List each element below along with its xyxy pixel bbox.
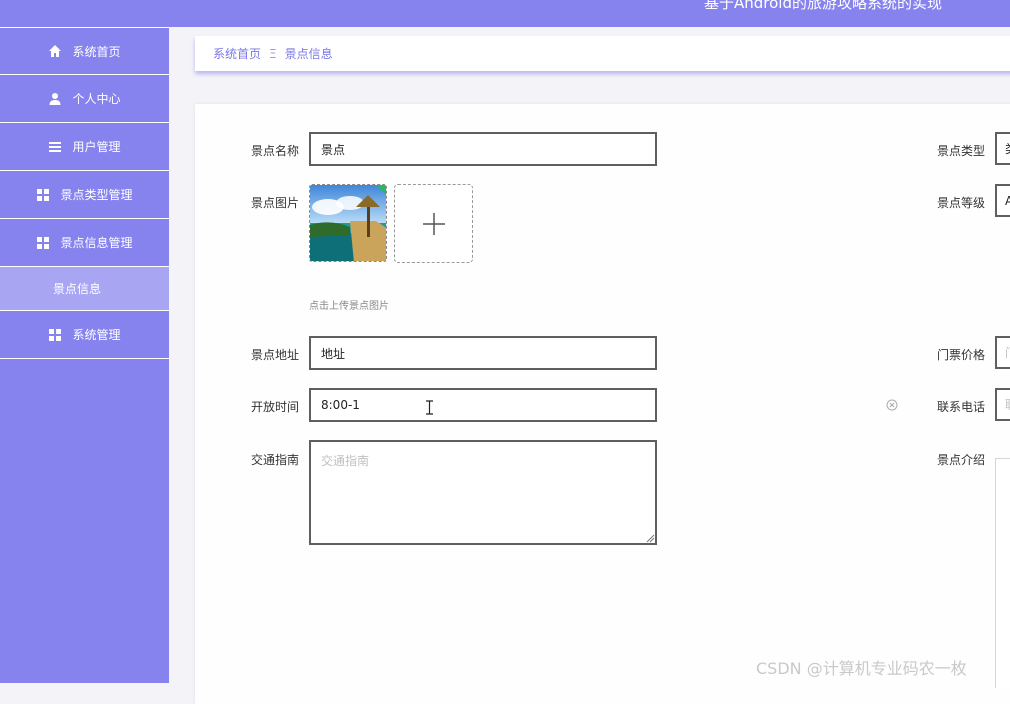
sidebar-item-label: 用户管理 [72,140,121,154]
spot-type-label: 景点类型 [937,144,986,158]
sidebar-subitem-spot-info[interactable]: 景点信息 [0,267,169,311]
breadcrumb: 系统首页 Ξ 景点信息 [195,36,1010,71]
contact-phone-label: 联系电话 [937,400,986,414]
app-title: 基于Android的旅游攻略系统的实现 [704,0,942,12]
contact-phone-input[interactable]: 联 [995,388,1010,421]
user-icon [49,92,61,105]
spot-intro-editor[interactable] [995,458,1010,688]
plus-icon [422,212,445,235]
traffic-guide-label: 交通指南 [251,453,300,467]
clear-circle-icon[interactable] [886,399,898,411]
upload-hint: 点击上传景点图片 [309,301,389,312]
sidebar-item-users[interactable]: 用户管理 [0,123,169,171]
sidebar-item-label: 景点信息管理 [60,236,133,250]
spot-address-label: 景点地址 [251,348,300,362]
open-time-value: 8:00-1 [321,398,360,412]
sidebar-item-spot-types[interactable]: 景点类型管理 [0,171,169,219]
spot-name-input[interactable]: 景点 [309,132,657,166]
home-icon [49,45,62,57]
sidebar: 系统首页 个人中心 用户管理 景点类型管理 景点信息管理 景点信息 系统管理 [0,27,169,683]
list-icon [49,141,62,152]
open-time-input[interactable]: 8:00-1 [309,388,657,422]
grid-icon [49,328,62,341]
breadcrumb-separator: Ξ [269,46,277,61]
resize-handle-icon[interactable] [646,534,655,543]
traffic-guide-textarea[interactable]: 交通指南 [309,440,657,545]
sidebar-item-label: 个人中心 [72,92,121,106]
sidebar-item-label: 系统首页 [72,44,121,59]
sidebar-item-system[interactable]: 系统管理 [0,311,169,359]
add-image-button[interactable] [394,184,473,263]
top-header: 基于Android的旅游攻略系统的实现 [0,0,1010,27]
sidebar-item-label: 景点类型管理 [60,188,133,202]
sidebar-item-profile[interactable]: 个人中心 [0,75,169,123]
grid-icon [37,188,50,201]
text-cursor-icon [426,400,433,415]
spot-level-select[interactable]: A [995,184,1010,217]
sidebar-item-home[interactable]: 系统首页 [0,27,169,75]
spot-image-label: 景点图片 [251,196,300,210]
spot-level-label: 景点等级 [937,196,986,210]
ticket-price-input[interactable]: 门 [995,336,1010,369]
spot-address-input[interactable]: 地址 [309,336,657,370]
grid-icon [37,236,50,249]
uploaded-image-thumbnail[interactable] [309,184,387,262]
sidebar-item-label: 景点信息 [53,282,102,296]
ticket-price-label: 门票价格 [937,348,986,362]
csdn-watermark: CSDN @计算机专业码农一枚 [756,659,967,678]
sidebar-item-label: 系统管理 [72,328,121,342]
breadcrumb-home-link[interactable]: 系统首页 [213,45,261,62]
spot-type-select[interactable]: 类 [995,132,1010,165]
landscape-image [310,185,386,261]
sidebar-item-spot-info-mgmt[interactable]: 景点信息管理 [0,219,169,267]
breadcrumb-current: 景点信息 [284,47,333,61]
spot-intro-label: 景点介绍 [937,453,986,467]
spot-name-label: 景点名称 [251,144,300,158]
open-time-label: 开放时间 [251,400,300,414]
